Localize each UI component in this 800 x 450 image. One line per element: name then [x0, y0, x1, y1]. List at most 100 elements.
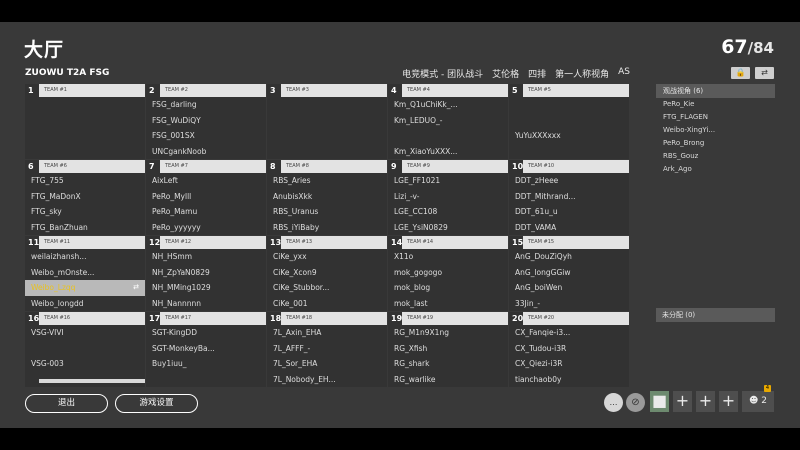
spectator-item[interactable]: Ark_Ago: [656, 163, 775, 176]
player-slot[interactable]: AnG_longGGiw: [509, 265, 629, 281]
player-slot[interactable]: [509, 144, 629, 160]
player-slot[interactable]: YuYuXXXxxx: [509, 128, 629, 144]
player-slot[interactable]: 7L_Sor_EHA: [267, 356, 387, 372]
exit-button[interactable]: 退出: [25, 394, 108, 413]
player-slot[interactable]: CX_Fanqie-i3...: [509, 325, 629, 341]
game-settings-button[interactable]: 游戏设置: [115, 394, 198, 413]
player-slot[interactable]: Lizi_-v-: [388, 189, 508, 205]
swap-icon[interactable]: ⇄: [755, 67, 774, 79]
player-slot[interactable]: 7L_Nobody_EH...: [267, 372, 387, 388]
player-slot[interactable]: SGT-MonkeyBa...: [146, 341, 266, 357]
player-slot[interactable]: Km_Q1uChiKk_...: [388, 97, 508, 113]
player-slot[interactable]: DDT_zHeee: [509, 173, 629, 189]
player-slot[interactable]: PeRo_yyyyyy: [146, 220, 266, 236]
chat-icon[interactable]: …: [604, 393, 623, 412]
spectator-item[interactable]: FTG_FLAGEN: [656, 111, 775, 124]
avatar[interactable]: ■: [650, 391, 669, 412]
player-slot[interactable]: NH_HSmm: [146, 249, 266, 265]
swap-icon[interactable]: ⇄: [133, 280, 139, 296]
player-slot[interactable]: [267, 128, 387, 144]
player-slot[interactable]: CiKe_Xcon9: [267, 265, 387, 281]
player-slot[interactable]: AixLeft: [146, 173, 266, 189]
player-slot[interactable]: AnG_DouZiQyh: [509, 249, 629, 265]
microphone-icon[interactable]: ⊘: [626, 393, 645, 412]
player-name: YuYuXXXxxx: [515, 131, 561, 140]
add-member-icon[interactable]: +: [719, 391, 738, 412]
player-slot[interactable]: RG_shark: [388, 356, 508, 372]
player-slot[interactable]: CiKe_001: [267, 296, 387, 312]
player-slot[interactable]: [25, 341, 145, 357]
player-slot[interactable]: Km_LEDUO_-: [388, 113, 508, 129]
player-slot[interactable]: [25, 97, 145, 113]
player-slot[interactable]: FTG_MaDonX: [25, 189, 145, 205]
player-slot[interactable]: [388, 128, 508, 144]
player-slot[interactable]: [509, 113, 629, 129]
player-slot[interactable]: 7L_AFFF_-: [267, 341, 387, 357]
player-slot[interactable]: DDT_61u_u: [509, 204, 629, 220]
player-slot[interactable]: [25, 144, 145, 160]
player-slot[interactable]: weilaizhansh...: [25, 249, 145, 265]
spectator-header[interactable]: 观战视角 (6): [656, 84, 775, 98]
player-slot[interactable]: mok_blog: [388, 280, 508, 296]
add-member-icon[interactable]: +: [696, 391, 715, 412]
player-slot[interactable]: FTG_sky: [25, 204, 145, 220]
player-slot[interactable]: FTG_755: [25, 173, 145, 189]
player-slot[interactable]: VSG-003: [25, 356, 145, 372]
player-slot[interactable]: [509, 97, 629, 113]
unassigned-header[interactable]: 未分配 (0): [656, 308, 775, 322]
player-slot[interactable]: SGT-KingDD: [146, 325, 266, 341]
player-slot[interactable]: RG_M1n9X1ng: [388, 325, 508, 341]
player-slot[interactable]: Weibo_Lzqq ⇄: [25, 280, 145, 296]
spectator-item[interactable]: Weibo-XingYi...: [656, 124, 775, 137]
player-slot[interactable]: RBS_Aries: [267, 173, 387, 189]
spectator-item[interactable]: RBS_Gouz: [656, 150, 775, 163]
player-slot[interactable]: LGE_YsiN0829: [388, 220, 508, 236]
player-slot[interactable]: DDT_VAMA: [509, 220, 629, 236]
player-slot[interactable]: Km_XiaoYuXXX...: [388, 144, 508, 160]
player-slot[interactable]: LGE_FF1021: [388, 173, 508, 189]
player-slot[interactable]: FSG_WuDiQY: [146, 113, 266, 129]
player-slot[interactable]: [25, 113, 145, 129]
player-slot[interactable]: CiKe_yxx: [267, 249, 387, 265]
player-slot[interactable]: NH_Nannnnn: [146, 296, 266, 312]
player-slot[interactable]: [267, 113, 387, 129]
player-slot[interactable]: mok_last: [388, 296, 508, 312]
player-slot[interactable]: FSG_darling: [146, 97, 266, 113]
spectator-item[interactable]: PeRo_Kie: [656, 98, 775, 111]
player-slot[interactable]: FTG_BanZhuan: [25, 220, 145, 236]
lock-icon[interactable]: 🔒: [731, 67, 750, 79]
player-slot[interactable]: [267, 97, 387, 113]
player-slot[interactable]: VSG-VIVI: [25, 325, 145, 341]
player-slot[interactable]: PeRo_Mylll: [146, 189, 266, 205]
player-slot[interactable]: CiKe_Stubbor...: [267, 280, 387, 296]
player-slot[interactable]: X11o: [388, 249, 508, 265]
player-slot[interactable]: AnubisXkk: [267, 189, 387, 205]
player-slot[interactable]: CX_Qiezi-i3R: [509, 356, 629, 372]
player-slot[interactable]: RBS_Uranus: [267, 204, 387, 220]
player-slot[interactable]: DDT_Mithrand...: [509, 189, 629, 205]
player-slot[interactable]: NH_MMing1029: [146, 280, 266, 296]
player-slot[interactable]: Buy1iuu_: [146, 356, 266, 372]
player-slot[interactable]: RG_warlike: [388, 372, 508, 388]
player-slot[interactable]: tianchaob0y: [509, 372, 629, 388]
add-member-icon[interactable]: +: [673, 391, 692, 412]
player-slot[interactable]: Weibo_mOnste...: [25, 265, 145, 281]
player-slot[interactable]: LGE_CC108: [388, 204, 508, 220]
player-slot[interactable]: mok_gogogo: [388, 265, 508, 281]
party-icon[interactable]: ☻ 2: [742, 391, 774, 412]
player-slot[interactable]: [146, 372, 266, 388]
player-slot[interactable]: [25, 128, 145, 144]
player-slot[interactable]: UNCgankNoob: [146, 144, 266, 160]
player-slot[interactable]: RG_Xfish: [388, 341, 508, 357]
player-slot[interactable]: AnG_boiWen: [509, 280, 629, 296]
player-slot[interactable]: FSG_001SX: [146, 128, 266, 144]
player-slot[interactable]: CX_Tudou-i3R: [509, 341, 629, 357]
player-slot[interactable]: RBS_iYiBaby: [267, 220, 387, 236]
player-slot[interactable]: 7L_Axin_EHA: [267, 325, 387, 341]
player-slot[interactable]: PeRo_Mamu: [146, 204, 266, 220]
player-slot[interactable]: 33Jin_-: [509, 296, 629, 312]
player-slot[interactable]: Weibo_longdd: [25, 296, 145, 312]
player-slot[interactable]: NH_ZpYaN0829: [146, 265, 266, 281]
player-slot[interactable]: [267, 144, 387, 160]
spectator-item[interactable]: PeRo_Brong: [656, 137, 775, 150]
